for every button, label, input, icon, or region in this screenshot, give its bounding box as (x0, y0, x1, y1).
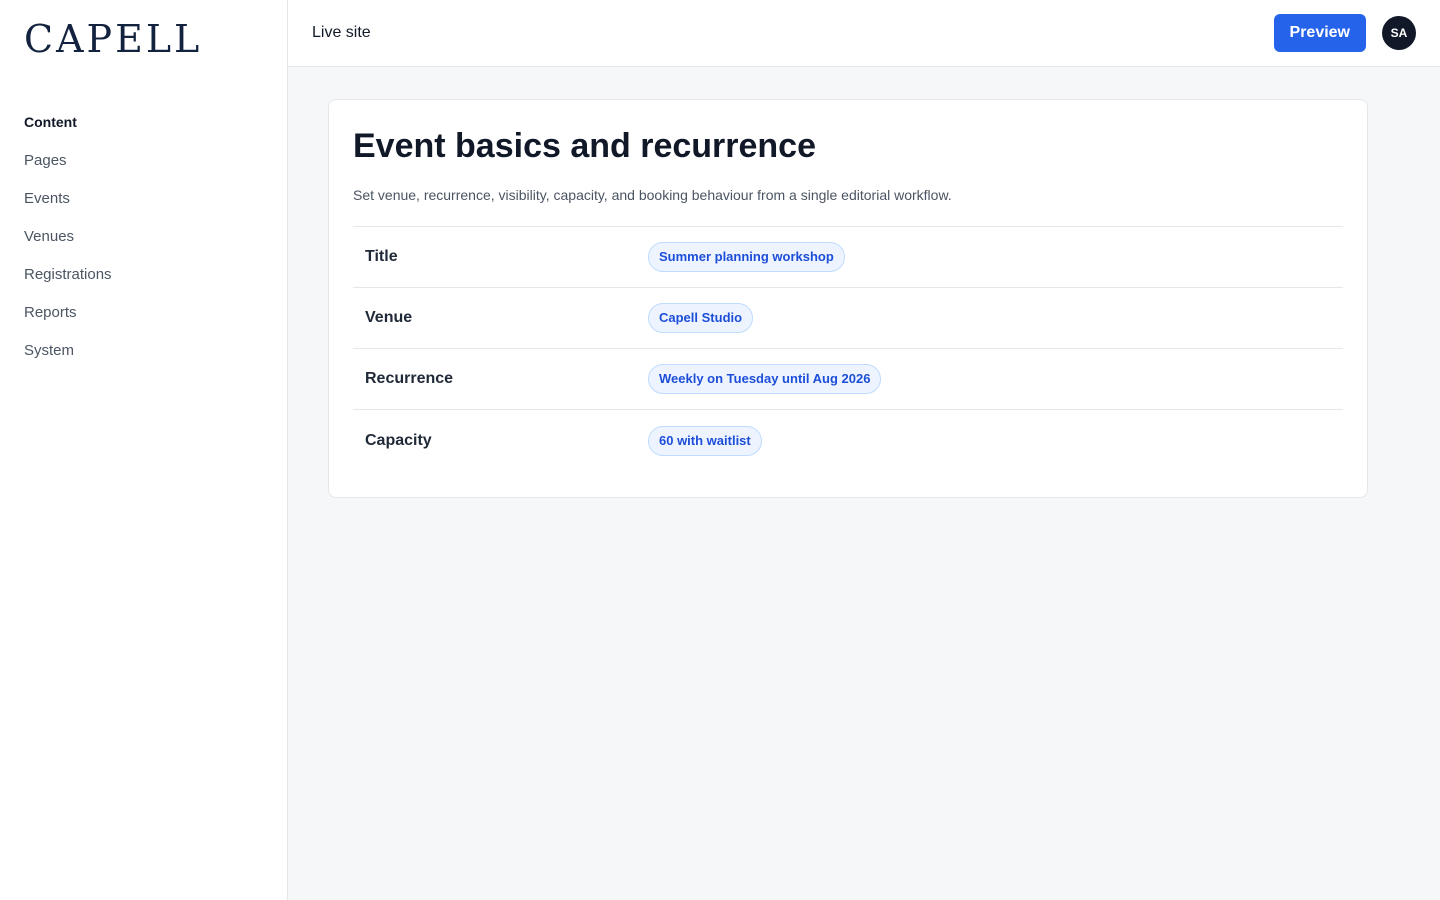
sidebar-item-events[interactable]: Events (24, 191, 263, 229)
sidebar-item-venues[interactable]: Venues (24, 229, 263, 267)
card-title: Event basics and recurrence (353, 127, 817, 165)
event-basics-card: Event basics and recurrence Set venue, r… (328, 99, 1368, 498)
brand-logo[interactable]: CAPELL (24, 19, 263, 59)
nav-heading-content: Content (24, 114, 77, 130)
user-avatar[interactable]: SA (1382, 16, 1416, 50)
preview-button[interactable]: Preview (1273, 14, 1366, 52)
sidebar-item-registrations[interactable]: Registrations (24, 267, 263, 305)
field-label: Capacity (365, 431, 432, 449)
field-label: Recurrence (365, 370, 454, 387)
field-value-chip[interactable]: Weekly on Tuesday until Aug 2026 (648, 364, 882, 394)
field-value-chip[interactable]: Capell Studio (648, 303, 754, 333)
top-bar: Live site Preview SA (288, 0, 1440, 67)
field-list: Title Summer planning workshop Venue Cap… (353, 226, 1343, 471)
main-area: Live site Preview SA Event basics and re… (288, 0, 1440, 900)
app-shell: CAPELL Content Pages Events Venues Regis… (0, 0, 1440, 900)
field-label: Venue (365, 309, 413, 326)
sidebar-item-system[interactable]: System (24, 343, 263, 381)
field-row-title: Title Summer planning workshop (353, 227, 1343, 288)
content-area: Event basics and recurrence Set venue, r… (288, 67, 1440, 498)
field-row-venue: Venue Capell Studio (353, 288, 1343, 349)
sidebar-nav: Content Pages Events Venues Registration… (24, 115, 263, 381)
field-value-chip[interactable]: Summer planning workshop (648, 242, 845, 272)
sidebar: CAPELL Content Pages Events Venues Regis… (0, 0, 288, 900)
field-label: Title (365, 248, 398, 265)
field-value-chip[interactable]: 60 with waitlist (648, 425, 762, 456)
card-description: Set venue, recurrence, visibility, capac… (353, 187, 952, 203)
field-row-recurrence: Recurrence Weekly on Tuesday until Aug 2… (353, 349, 1343, 410)
sidebar-item-reports[interactable]: Reports (24, 305, 263, 343)
top-bar-actions: Preview SA (1273, 14, 1416, 52)
live-site-link[interactable]: Live site (312, 24, 371, 42)
field-row-capacity: Capacity 60 with waitlist (353, 410, 1343, 471)
sidebar-item-pages[interactable]: Pages (24, 153, 263, 191)
